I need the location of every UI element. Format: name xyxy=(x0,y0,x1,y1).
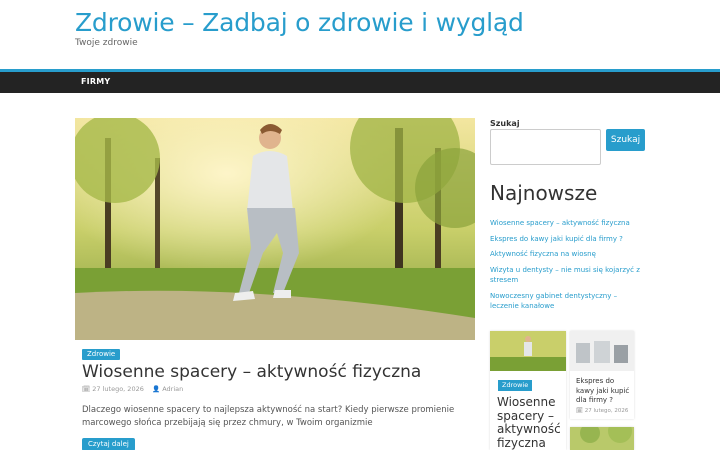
card-date-text[interactable]: 27 lutego, 2026 xyxy=(585,408,629,414)
read-more-button[interactable]: Czytaj dalej xyxy=(82,438,135,450)
category-badge[interactable]: Zdrowie xyxy=(82,349,121,360)
recent-post-link[interactable]: Ekspres do kawy jaki kupić dla firmy ? xyxy=(490,234,640,245)
post-date[interactable]: 27 lutego, 2026 xyxy=(92,385,144,393)
card-thumbnail xyxy=(570,427,634,450)
featured-image-graphic xyxy=(75,118,475,340)
post-title[interactable]: Wiosenne spacery – aktywność fizyczna xyxy=(82,362,421,382)
calendar-icon: 🗓 xyxy=(576,408,585,414)
card-thumbnail xyxy=(570,331,634,371)
nav-item-firmy[interactable]: FIRMY xyxy=(81,77,110,86)
card-title[interactable]: Wiosenne spacery – aktywność fizyczna xyxy=(497,395,563,450)
calendar-icon: 🗓 xyxy=(82,385,91,393)
recent-post-link[interactable]: Aktywność fizyczna na wiosnę xyxy=(490,249,640,260)
featured-post-card[interactable]: Zdrowie Wiosenne spacery – aktywność fiz… xyxy=(490,331,566,450)
recent-post-link[interactable]: Wiosenne spacery – aktywność fizyczna xyxy=(490,218,640,229)
card-title[interactable]: Ekspres do kawy jaki kupić dla firmy ? xyxy=(576,377,634,406)
post-meta: 🗓 27 lutego, 2026 👤 Adrian xyxy=(82,385,183,393)
search-label: Szukaj xyxy=(490,119,520,128)
recent-posts-list: Wiosenne spacery – aktywność fizyczna Ek… xyxy=(490,218,640,317)
main-navigation: FIRMY xyxy=(0,69,720,93)
user-icon: 👤 xyxy=(152,385,161,393)
search-button[interactable]: Szukaj xyxy=(606,129,645,151)
featured-post-card[interactable]: Ekspres do kawy jaki kupić dla firmy ? 🗓… xyxy=(570,331,634,419)
search-input[interactable] xyxy=(490,129,601,165)
site-title-link[interactable]: Zdrowie – Zadbaj o zdrowie i wygląd xyxy=(75,8,524,37)
recent-post-link[interactable]: Nowoczesny gabinet dentystyczny – leczen… xyxy=(490,291,640,312)
post-excerpt: Dlaczego wiosenne spacery to najlepsza a… xyxy=(82,405,455,428)
card-thumbnail xyxy=(490,331,566,371)
site-header: Zdrowie – Zadbaj o zdrowie i wygląd Twoj… xyxy=(0,0,720,70)
recent-post-link[interactable]: Wizyta u dentysty – nie musi się kojarzy… xyxy=(490,265,640,286)
card-date: 🗓 27 lutego, 2026 xyxy=(576,408,628,414)
card-category-badge[interactable]: Zdrowie xyxy=(498,380,533,391)
site-tagline: Twoje zdrowie xyxy=(75,38,138,48)
recent-posts-title: Najnowsze xyxy=(490,181,598,205)
featured-image[interactable] xyxy=(75,118,475,340)
post-author[interactable]: Adrian xyxy=(162,385,183,393)
featured-post-card[interactable] xyxy=(570,427,634,450)
